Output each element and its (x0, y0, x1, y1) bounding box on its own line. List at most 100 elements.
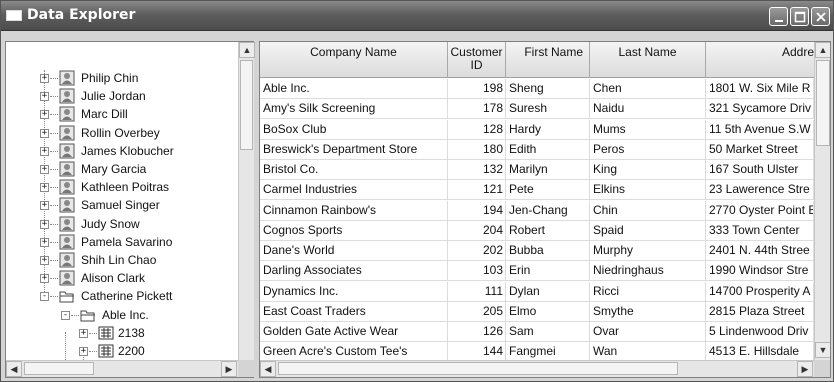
table-row[interactable]: Darling Associates 103 Erin Niedringhaus 199… (260, 261, 817, 281)
table-row[interactable]: Breswick's Department Store 180 Edith Peros… (260, 140, 817, 160)
grid-horizontal-scrollbar[interactable]: ◀ ▶ (260, 360, 814, 377)
tree-horizontal-thumb[interactable] (24, 362, 94, 375)
table-row[interactable]: Cinnamon Rainbow's 194 Jen-Chang Chin 2770 O… (260, 201, 817, 221)
column-header[interactable]: Last Name (590, 42, 706, 78)
table-row[interactable]: Golden Gate Active Wear 126 Sam Ovar 5 Linde… (260, 322, 817, 342)
tree-vertical-scrollbar[interactable]: ▲ (238, 42, 255, 360)
close-button[interactable] (811, 7, 830, 26)
table-cell: 128 (448, 120, 506, 140)
tree-person-node[interactable]: + Mary Garcia (40, 161, 238, 179)
table-cell: 132 (448, 160, 506, 180)
table-cell: 103 (448, 261, 506, 281)
tree-horizontal-scrollbar[interactable]: ◀ ▶ (6, 360, 238, 377)
expand-plus-icon[interactable]: + (40, 256, 49, 265)
table-cell: Robert (506, 221, 590, 241)
tree-connector (50, 242, 58, 243)
expand-plus-icon[interactable]: + (40, 165, 49, 174)
tree-node-label: Judy Snow (81, 217, 140, 231)
table-cell: 14700 Prosperity A (706, 282, 814, 302)
tree-node-label: Able Inc. (102, 308, 149, 322)
collapse-minus-icon[interactable]: - (61, 311, 70, 320)
column-header[interactable]: Company Name (260, 42, 448, 78)
table-cell: Mums (590, 120, 706, 140)
expand-plus-icon[interactable]: + (40, 92, 49, 101)
table-cell: King (590, 160, 706, 180)
table-cell: Bubba (506, 241, 590, 261)
tree-person-node[interactable]: + Rollin Overbey (40, 125, 238, 143)
expand-plus-icon[interactable]: + (40, 274, 49, 283)
table-row[interactable]: BoSox Club 128 Hardy Mums 11 5th Avenue S.W (260, 120, 817, 140)
collapse-minus-icon[interactable]: - (40, 292, 49, 301)
title-bar[interactable]: Data Explorer (1, 1, 833, 31)
table-cell: Breswick's Department Store (260, 140, 448, 160)
grid-scroll-right-arrow-icon[interactable]: ▶ (797, 361, 813, 377)
tree-order-node[interactable]: +2200 (79, 343, 238, 360)
tree-folder-node[interactable]: - Able Inc. (61, 307, 238, 325)
expand-plus-icon[interactable]: + (79, 347, 88, 356)
scroll-up-arrow-icon[interactable]: ▲ (239, 42, 255, 58)
column-header[interactable]: Addre (706, 42, 814, 78)
tree-person-node[interactable]: + Marc Dill (40, 106, 238, 124)
person-icon (59, 270, 75, 286)
tree-panel: + Philip Chin + Julie Jordan + Marc Dill + Roll… (5, 41, 255, 378)
expand-plus-icon[interactable]: + (40, 238, 49, 247)
tree-person-node[interactable]: + Alison Clark (40, 270, 238, 288)
table-cell: Amy's Silk Screening (260, 99, 448, 119)
grid-scroll-left-arrow-icon[interactable]: ◀ (260, 361, 276, 377)
expand-plus-icon[interactable]: + (40, 220, 49, 229)
table-row[interactable]: Cognos Sports 204 Robert Spaid 333 Town Cent… (260, 221, 817, 241)
table-row[interactable]: Carmel Industries 121 Pete Elkins 23 Laweren… (260, 180, 817, 200)
table-row[interactable]: Able Inc. 198 Sheng Chen 1801 W. Six Mile R (260, 79, 817, 99)
tree-person-node[interactable]: + James Klobucher (40, 143, 238, 161)
tree-person-node[interactable]: + Pamela Savarino (40, 234, 238, 252)
tree-vertical-thumb[interactable] (240, 60, 253, 150)
table-cell: East Coast Traders (260, 302, 448, 322)
grid-scroll-up-arrow-icon[interactable]: ▲ (815, 42, 830, 58)
grid-vertical-thumb[interactable] (816, 60, 830, 146)
expand-plus-icon[interactable]: + (40, 110, 49, 119)
scroll-left-arrow-icon[interactable]: ◀ (6, 361, 22, 377)
minimize-button[interactable] (769, 7, 788, 26)
grid-panel: Company Name Customer ID First Name Last Na… (259, 41, 831, 378)
tree-node-label: Shih Lin Chao (81, 253, 157, 267)
table-cell: 1990 Windsor Stre (706, 261, 814, 281)
expand-plus-icon[interactable]: + (79, 329, 88, 338)
expand-plus-icon[interactable]: + (40, 129, 49, 138)
expand-plus-icon[interactable]: + (40, 74, 49, 83)
expand-plus-icon[interactable]: + (40, 201, 49, 210)
tree-connector (71, 315, 79, 316)
tree-person-node[interactable]: + Judy Snow (40, 216, 238, 234)
column-header[interactable]: First Name (506, 42, 590, 78)
person-icon (59, 161, 75, 177)
table-row[interactable]: Bristol Co. 132 Marilyn King 167 South Ulste… (260, 160, 817, 180)
table-cell: Naidu (590, 99, 706, 119)
tree-person-node[interactable]: + Samuel Singer (40, 197, 238, 215)
table-row[interactable]: Dynamics Inc. 111 Dylan Ricci 14700 Prosperi… (260, 282, 817, 302)
expand-plus-icon[interactable]: + (40, 183, 49, 192)
table-cell: 167 South Ulster (706, 160, 814, 180)
folder-open-icon (80, 307, 96, 323)
grid-horizontal-thumb[interactable] (278, 362, 678, 375)
table-row[interactable]: Dane's World 202 Bubba Murphy 2401 N. 44th S… (260, 241, 817, 261)
table-cell: Suresh (506, 99, 590, 119)
expand-plus-icon[interactable]: + (40, 147, 49, 156)
maximize-button[interactable] (790, 7, 809, 26)
window-icon (6, 10, 22, 21)
tree-person-node[interactable]: + Shih Lin Chao (40, 252, 238, 270)
tree-person-node[interactable]: + Philip Chin (40, 70, 238, 88)
tree-connector (50, 205, 58, 206)
scroll-right-arrow-icon[interactable]: ▶ (221, 361, 237, 377)
grid-vertical-scrollbar[interactable]: ▲ ▼ (814, 42, 830, 360)
grid-scroll-down-arrow-icon[interactable]: ▼ (815, 342, 830, 358)
table-row[interactable]: East Coast Traders 205 Elmo Smythe 2815 Plaz… (260, 302, 817, 322)
tree-folder-node[interactable]: - Catherine Pickett (40, 288, 238, 306)
table-row[interactable]: Amy's Silk Screening 178 Suresh Naidu 321 Sy… (260, 99, 817, 119)
tree-view[interactable]: + Philip Chin + Julie Jordan + Marc Dill + Roll… (6, 42, 238, 360)
tree-person-node[interactable]: + Julie Jordan (40, 88, 238, 106)
tree-person-node[interactable]: + Kathleen Poitras (40, 179, 238, 197)
tree-order-node[interactable]: +2138 (79, 325, 238, 343)
folder-open-icon (59, 288, 75, 304)
column-header[interactable]: Customer ID (448, 42, 506, 78)
table-row[interactable]: Green Acre's Custom Tee's 144 Fangmei Wan 45… (260, 342, 817, 362)
table-cell: Dane's World (260, 241, 448, 261)
